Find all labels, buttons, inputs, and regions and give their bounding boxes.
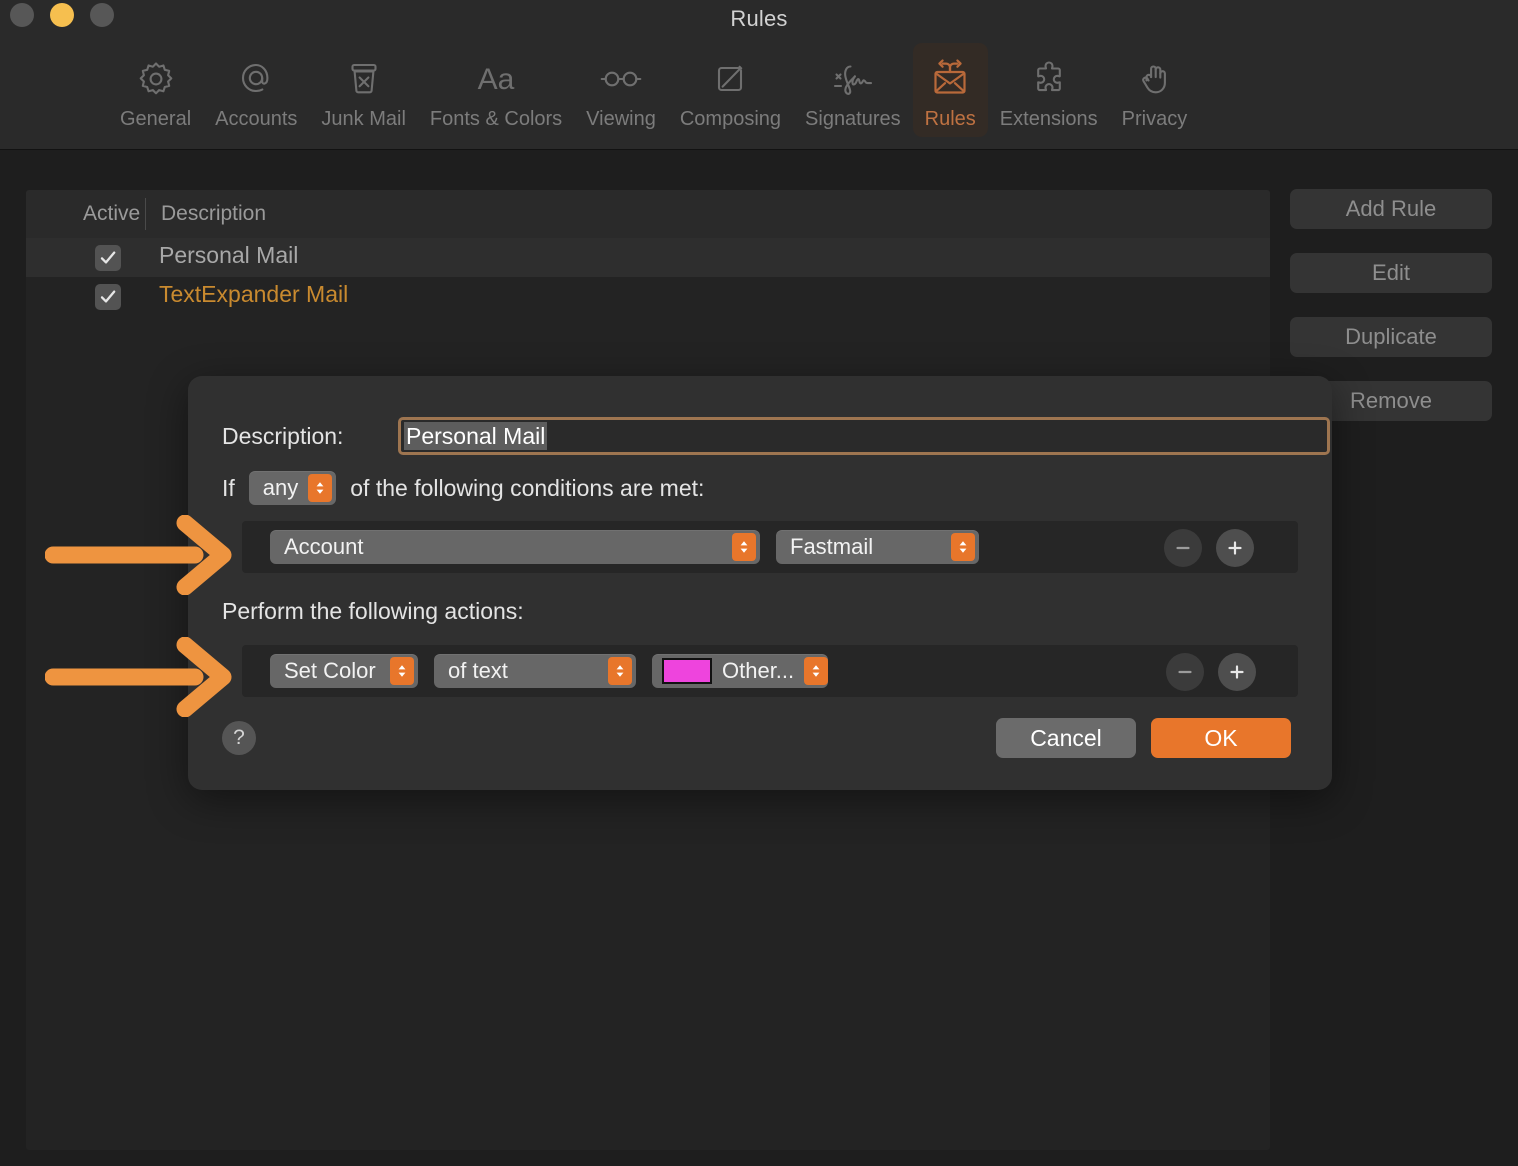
remove-action-button[interactable] xyxy=(1166,653,1204,691)
description-label: Description: xyxy=(222,423,344,449)
window-titlebar: Rules xyxy=(0,0,1518,40)
toolbar-label-viewing: Viewing xyxy=(586,108,656,130)
svg-text:Aa: Aa xyxy=(478,63,515,96)
remove-condition-button[interactable] xyxy=(1164,529,1202,567)
table-row[interactable]: TextExpander Mail xyxy=(26,277,1270,316)
toolbar-label-fonts-colors: Fonts & Colors xyxy=(429,108,563,130)
rules-mail-icon xyxy=(927,51,973,107)
rule-edit-sheet: Description: Personal Mail If any of the… xyxy=(188,376,1332,790)
junk-bin-icon xyxy=(341,51,387,107)
actions-label: Perform the following actions: xyxy=(222,598,524,624)
table-row[interactable]: Personal Mail xyxy=(26,238,1270,277)
toolbar-label-extensions: Extensions xyxy=(999,108,1098,130)
row-description: TextExpander Mail xyxy=(159,281,349,307)
condition-controls: Account Fastmail xyxy=(270,530,979,564)
chevron-updown-icon xyxy=(390,657,414,685)
toolbar-item-viewing[interactable]: Viewing xyxy=(574,43,668,137)
chevron-updown-icon xyxy=(732,533,756,561)
action-color-popup[interactable]: Other... xyxy=(652,654,829,688)
toolbar-item-extensions[interactable]: Extensions xyxy=(988,43,1110,137)
compose-pen-icon xyxy=(707,51,753,107)
preferences-toolbar: General Accounts Junk Mail Aa Fonts & Co… xyxy=(0,40,1518,150)
app-window: Rules General Accounts Junk Mail Aa Font… xyxy=(0,0,1518,1166)
condition-field-popup[interactable]: Account xyxy=(270,530,760,564)
gear-icon xyxy=(133,51,179,107)
chevron-updown-icon xyxy=(308,474,333,502)
window-title: Rules xyxy=(730,6,788,31)
hand-icon xyxy=(1131,51,1177,107)
action-row: Set Color of text Other... xyxy=(242,645,1298,697)
chevron-updown-icon xyxy=(951,533,975,561)
row-active-checkbox[interactable] xyxy=(95,245,121,271)
column-divider xyxy=(145,198,146,230)
ok-button[interactable]: OK xyxy=(1151,718,1291,758)
add-rule-button[interactable]: Add Rule xyxy=(1290,189,1492,229)
add-action-button[interactable] xyxy=(1218,653,1256,691)
toolbar-label-accounts: Accounts xyxy=(215,108,298,130)
add-condition-button[interactable] xyxy=(1216,529,1254,567)
chevron-updown-icon xyxy=(804,657,829,685)
toolbar-item-privacy[interactable]: Privacy xyxy=(1110,43,1200,137)
description-row: Description: Personal Mail xyxy=(222,417,1330,455)
toolbar-item-accounts[interactable]: Accounts xyxy=(203,43,309,137)
toolbar-label-privacy: Privacy xyxy=(1121,108,1188,130)
action-target-value: of text xyxy=(448,658,508,683)
action-add-remove xyxy=(1166,653,1256,691)
toolbar-item-rules[interactable]: Rules xyxy=(912,43,988,137)
row-description: Personal Mail xyxy=(159,242,299,268)
at-sign-icon xyxy=(233,51,279,107)
row-active-checkbox[interactable] xyxy=(95,284,121,310)
arrow-to-condition-row xyxy=(45,515,232,595)
description-input-value: Personal Mail xyxy=(404,422,548,450)
toolbar-label-rules: Rules xyxy=(924,108,976,130)
if-suffix-label: of the following conditions are met: xyxy=(350,474,705,501)
column-header-active[interactable]: Active xyxy=(83,202,140,226)
toolbar-label-signatures: Signatures xyxy=(805,108,901,130)
toolbar-label-composing: Composing xyxy=(679,108,782,130)
condition-row: Account Fastmail xyxy=(242,521,1298,573)
column-header-description[interactable]: Description xyxy=(161,202,266,226)
aa-text-icon: Aa xyxy=(470,51,522,107)
action-color-label: Other... xyxy=(722,658,795,683)
duplicate-button[interactable]: Duplicate xyxy=(1290,317,1492,357)
sheet-footer: ? Cancel OK xyxy=(188,716,1332,776)
rules-table-header: Active Description xyxy=(26,190,1270,238)
condition-value-text: Fastmail xyxy=(790,534,874,559)
action-verb-value: Set Color xyxy=(284,658,376,683)
edit-button[interactable]: Edit xyxy=(1290,253,1492,293)
cancel-button[interactable]: Cancel xyxy=(996,718,1136,758)
signature-icon xyxy=(827,51,879,107)
color-swatch xyxy=(662,658,712,684)
toolbar-label-junk-mail: Junk Mail xyxy=(321,108,406,130)
sheet-help-button[interactable]: ? xyxy=(222,721,256,755)
chevron-updown-icon xyxy=(608,657,632,685)
toolbar-item-fonts-colors[interactable]: Aa Fonts & Colors xyxy=(418,43,574,137)
action-controls: Set Color of text Other... xyxy=(270,654,829,688)
toolbar-item-composing[interactable]: Composing xyxy=(668,43,793,137)
condition-value-popup[interactable]: Fastmail xyxy=(776,530,979,564)
glasses-icon xyxy=(596,51,646,107)
toolbar-item-general[interactable]: General xyxy=(108,43,203,137)
match-mode-popup[interactable]: any xyxy=(248,471,337,505)
match-mode-value: any xyxy=(262,475,299,500)
description-input[interactable]: Personal Mail xyxy=(398,417,1330,455)
arrow-to-action-row xyxy=(45,637,232,717)
if-prefix-label: If xyxy=(222,474,235,501)
toolbar-label-general: General xyxy=(120,108,192,130)
action-target-popup[interactable]: of text xyxy=(434,654,636,688)
condition-add-remove xyxy=(1164,529,1254,567)
toolbar-items: General Accounts Junk Mail Aa Fonts & Co… xyxy=(108,43,1199,137)
condition-field-value: Account xyxy=(284,534,364,559)
toolbar-item-junk-mail[interactable]: Junk Mail xyxy=(309,43,417,137)
action-verb-popup[interactable]: Set Color xyxy=(270,654,418,688)
toolbar-item-signatures[interactable]: Signatures xyxy=(793,43,913,137)
match-mode-row: If any of the following conditions are m… xyxy=(222,471,704,505)
puzzle-icon xyxy=(1025,51,1073,107)
